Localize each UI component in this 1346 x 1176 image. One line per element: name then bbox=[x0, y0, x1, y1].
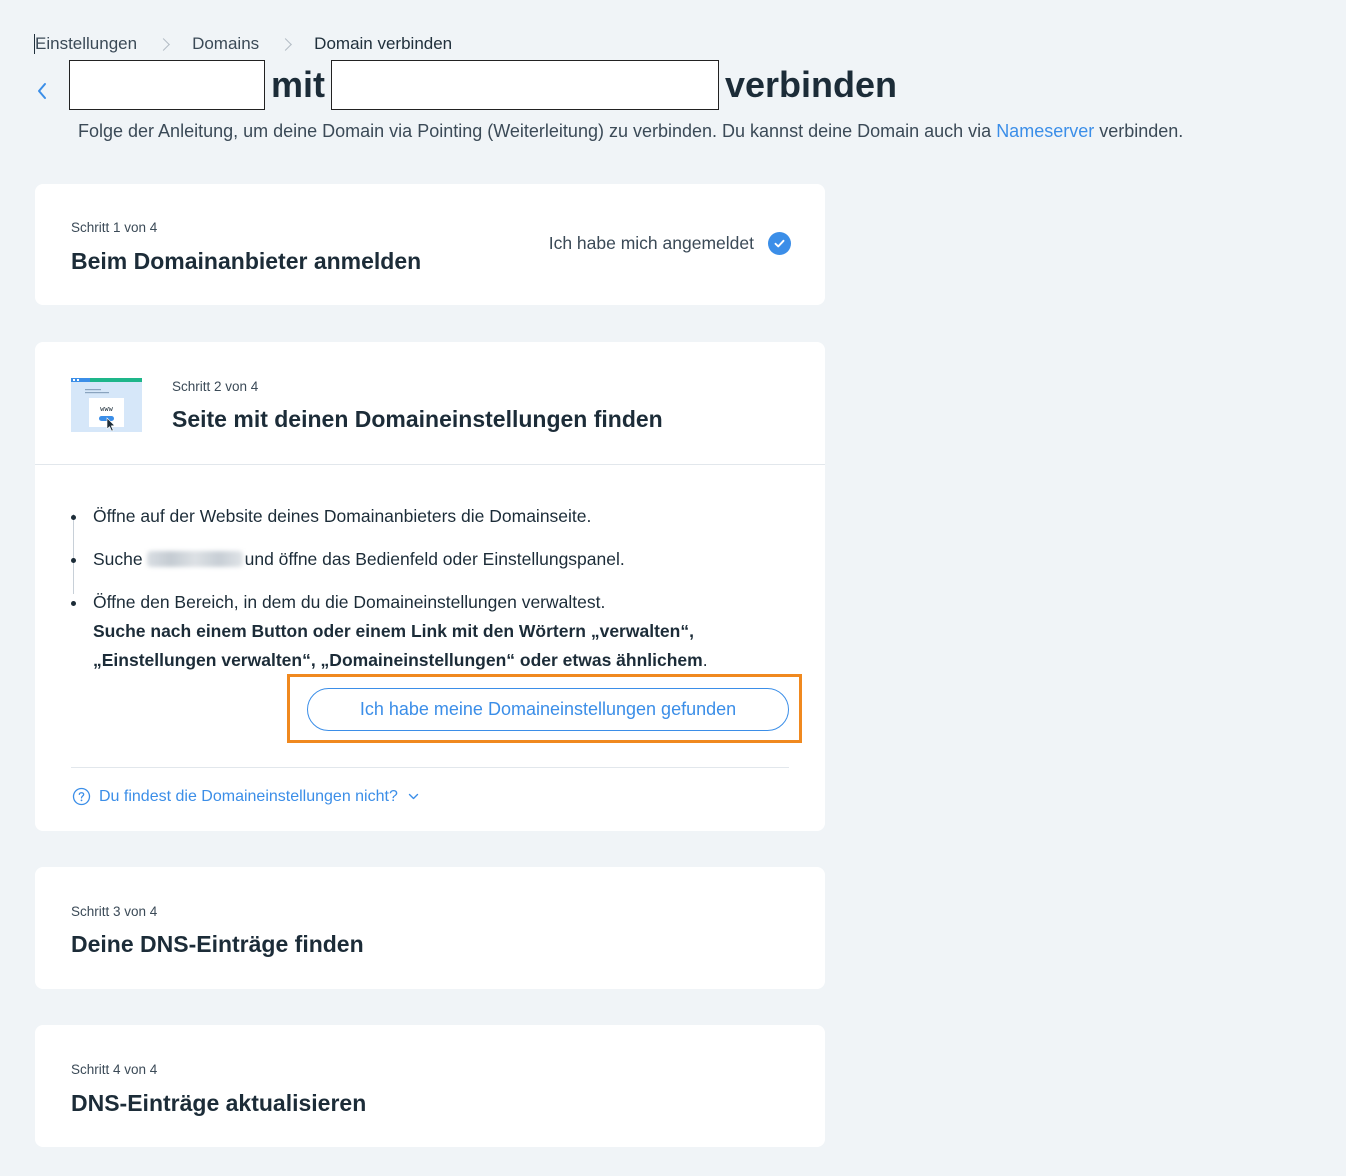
instruction-2-prefix: Suche bbox=[93, 549, 143, 569]
step-1-card: Schritt 1 von 4 Beim Domainanbieter anme… bbox=[35, 184, 825, 305]
chevron-right-icon bbox=[157, 37, 170, 51]
illustration-www-text: www bbox=[100, 405, 113, 413]
step-1-status: Ich habe mich angemeldet bbox=[549, 232, 791, 255]
divider bbox=[35, 464, 825, 465]
status-text: Ich habe mich angemeldet bbox=[548, 233, 754, 253]
step-label: Schritt 1 von 4 bbox=[71, 220, 158, 235]
page-title: mit verbinden bbox=[69, 60, 903, 110]
title-suffix: verbinden bbox=[725, 64, 898, 105]
chevron-right-icon bbox=[279, 37, 293, 51]
step-4-card[interactable]: Schritt 4 von 4 DNS-Einträge aktualisier… bbox=[35, 1025, 825, 1147]
instruction-3-end: . bbox=[702, 650, 708, 670]
list-item: Öffne auf der Website deines Domainanbie… bbox=[71, 502, 791, 531]
step-label: Schritt 3 von 4 bbox=[71, 904, 158, 919]
breadcrumb: Einstellungen Domains Domain verbinden bbox=[34, 33, 453, 55]
help-toggle[interactable]: Du findest die Domaineinstellungen nicht… bbox=[72, 787, 419, 806]
breadcrumb-domains[interactable]: Domains bbox=[192, 34, 259, 54]
step-label: Schritt 4 von 4 bbox=[71, 1062, 158, 1077]
instruction-2-suffix: und öffne das Bedienfeld oder Einstellun… bbox=[244, 549, 625, 569]
check-circle-icon bbox=[768, 232, 791, 255]
chevron-left-icon bbox=[38, 83, 46, 99]
found-settings-button[interactable]: Ich habe meine Domaineinstellungen gefun… bbox=[307, 688, 789, 731]
nameserver-link[interactable]: Nameserver bbox=[996, 121, 1094, 141]
help-text: Du findest die Domaineinstellungen nicht… bbox=[99, 787, 398, 805]
blurred-domain bbox=[146, 551, 243, 567]
instruction-list: Öffne auf der Website deines Domainanbie… bbox=[71, 502, 791, 689]
subtitle-text: Folge der Anleitung, um deine Domain via… bbox=[78, 121, 997, 141]
browser-illustration: www bbox=[71, 378, 143, 441]
page-subtitle: Folge der Anleitung, um deine Domain via… bbox=[78, 121, 1183, 142]
step-2-card: www Schritt 2 von 4 Seite mit deinen Dom… bbox=[35, 342, 825, 831]
step-title: Beim Domainanbieter anmelden bbox=[71, 248, 422, 274]
back-button[interactable] bbox=[30, 78, 54, 104]
step-title: Seite mit deinen Domaineinstellungen fin… bbox=[172, 406, 663, 432]
instruction-3-text: Öffne den Bereich, in dem du die Domaine… bbox=[93, 592, 606, 612]
question-circle-icon bbox=[72, 787, 91, 806]
breadcrumb-settings[interactable]: Einstellungen bbox=[35, 34, 137, 54]
redacted-domain-name bbox=[331, 60, 719, 110]
breadcrumb-connect-domain: Domain verbinden bbox=[314, 34, 453, 53]
instruction-1-text: Öffne auf der Website deines Domainanbie… bbox=[93, 506, 592, 526]
step-label: Schritt 2 von 4 bbox=[172, 379, 259, 394]
chevron-down-icon bbox=[408, 793, 419, 800]
redacted-site-name bbox=[69, 60, 265, 110]
step-title: Deine DNS-Einträge finden bbox=[71, 931, 364, 957]
list-item: Suche und öffne das Bedienfeld oder Einst… bbox=[71, 545, 791, 574]
title-connector: mit bbox=[271, 64, 325, 105]
instruction-3-bold: Suche nach einem Button oder einem Link … bbox=[93, 621, 703, 670]
step-3-card[interactable]: Schritt 3 von 4 Deine DNS-Einträge finde… bbox=[35, 867, 825, 989]
list-item: Öffne den Bereich, in dem du die Domaine… bbox=[71, 588, 791, 675]
divider bbox=[71, 767, 789, 768]
text-cursor bbox=[34, 34, 35, 54]
subtitle-end: verbinden. bbox=[1094, 121, 1184, 141]
step-title: DNS-Einträge aktualisieren bbox=[71, 1090, 367, 1116]
